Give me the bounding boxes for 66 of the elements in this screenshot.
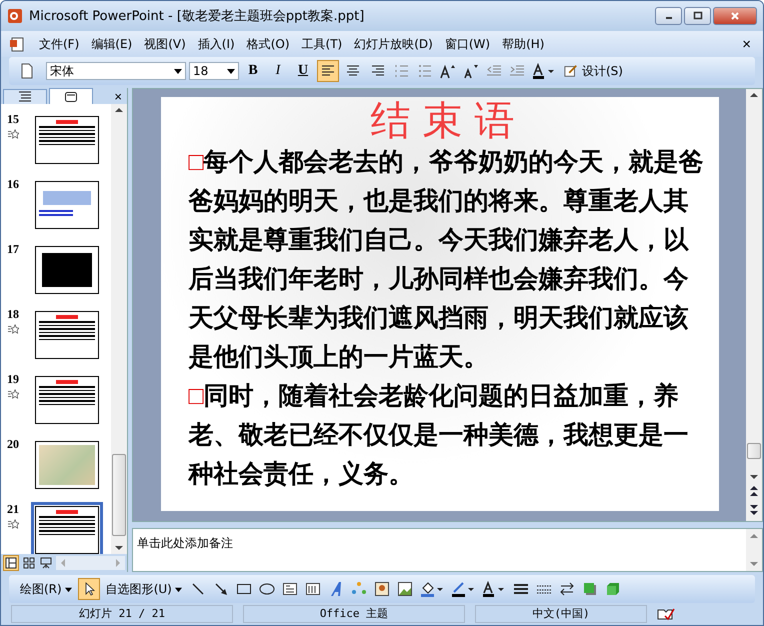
scroll-thumb[interactable] <box>112 454 126 536</box>
slide-number: 20 <box>7 437 20 452</box>
status-text: 中文(中国) <box>475 605 647 623</box>
align-left-button[interactable] <box>317 60 339 82</box>
menu-item[interactable]: 插入(I) <box>192 34 241 54</box>
close-button[interactable] <box>713 7 757 25</box>
slide-icon <box>64 90 78 102</box>
normal-view-icon[interactable] <box>3 555 19 571</box>
scroll-up-icon[interactable] <box>750 92 758 98</box>
slide-number: 16 <box>7 177 20 192</box>
status-text: 幻灯片 21 / 21 <box>11 605 233 623</box>
maximize-button[interactable] <box>684 7 711 25</box>
autoshapes-menu-button[interactable]: 自选图形(U) <box>102 580 185 598</box>
pencil-icon <box>564 64 578 78</box>
design-button[interactable]: 设计(S) <box>561 62 626 80</box>
window-title: Microsoft PowerPoint - [敬老爱老主题班会ppt教案.ppt] <box>29 8 366 25</box>
scroll-down-icon[interactable] <box>750 474 758 480</box>
scroll-down-icon[interactable] <box>115 545 123 551</box>
slides-tab[interactable] <box>49 88 93 104</box>
italic-button[interactable]: I <box>267 60 289 82</box>
caret-icon <box>64 586 72 592</box>
caret-icon <box>174 67 182 75</box>
slide-number: 19 <box>7 372 20 387</box>
outline-tab[interactable] <box>3 89 47 104</box>
outline-icon <box>18 91 32 103</box>
pointer-icon[interactable] <box>78 578 100 600</box>
slide-title: 结束语 <box>370 99 528 143</box>
previous-slide-icon[interactable] <box>750 485 758 497</box>
app-icon <box>7 8 23 24</box>
font-dropdown[interactable]: 宋体 <box>46 62 186 80</box>
bold-button[interactable]: B <box>242 60 264 82</box>
vertical-scrollbar[interactable] <box>111 104 127 554</box>
spelling-check-icon <box>657 607 675 621</box>
close-document-button[interactable]: × <box>738 36 755 52</box>
vertical-scrollbar[interactable] <box>746 89 762 521</box>
slide-paragraph: □同时，随着社会老龄化问题的日益加重，养老、敬老已经不仅仅是一种美德，我想更是一种社会责任，义务。 <box>188 381 690 490</box>
slide-number: 21 <box>7 502 20 517</box>
scroll-thumb[interactable] <box>747 443 761 459</box>
minimize-button[interactable] <box>655 7 682 25</box>
maximize-icon <box>692 11 702 21</box>
menu-item[interactable]: 编辑(E) <box>85 34 138 54</box>
menu-item[interactable]: 工具(T) <box>296 34 348 54</box>
menu-item[interactable]: 格式(O) <box>240 34 296 54</box>
menu-item[interactable]: 文件(F) <box>33 34 86 54</box>
caret-icon <box>174 586 182 592</box>
slide-number: 18 <box>7 307 20 322</box>
next-slide-icon[interactable] <box>750 504 758 516</box>
scroll-up-icon[interactable] <box>115 107 123 113</box>
slide-sorter-icon[interactable] <box>22 556 36 570</box>
close-pane-button[interactable]: × <box>111 90 125 104</box>
document-icon <box>9 36 25 52</box>
slideshow-icon[interactable] <box>39 556 53 570</box>
slide-thumbnail[interactable] <box>31 502 103 554</box>
caret-icon <box>227 67 235 75</box>
menu-item[interactable]: 窗口(W) <box>438 34 496 54</box>
menu-item[interactable]: 视图(V) <box>138 34 192 54</box>
slide-number: 17 <box>7 242 20 257</box>
menu-item[interactable]: 幻灯片放映(D) <box>348 34 439 54</box>
font-size-dropdown[interactable]: 18 <box>189 62 239 80</box>
close-icon <box>730 11 740 21</box>
slide-number: 15 <box>7 112 20 127</box>
slide-paragraph: □每个人都会老去的，爷爷奶奶的今天，就是爸爸妈妈的明天，也是我们的将来。尊重老人其实就是尊重我们自己。今天我们嫌弃老人，以后当我们年老时，儿孙同样也会嫌弃我们。今天父母长辈为我们遮风挡雨，明天我们就应该是他们头顶上的一片蓝天。 <box>188 148 705 373</box>
status-text: Office 主题 <box>243 605 465 623</box>
menu-item[interactable]: 帮助(H) <box>496 34 550 54</box>
draw-menu-button[interactable]: 绘图(R) <box>17 580 75 598</box>
underline-button[interactable]: U <box>292 60 314 82</box>
